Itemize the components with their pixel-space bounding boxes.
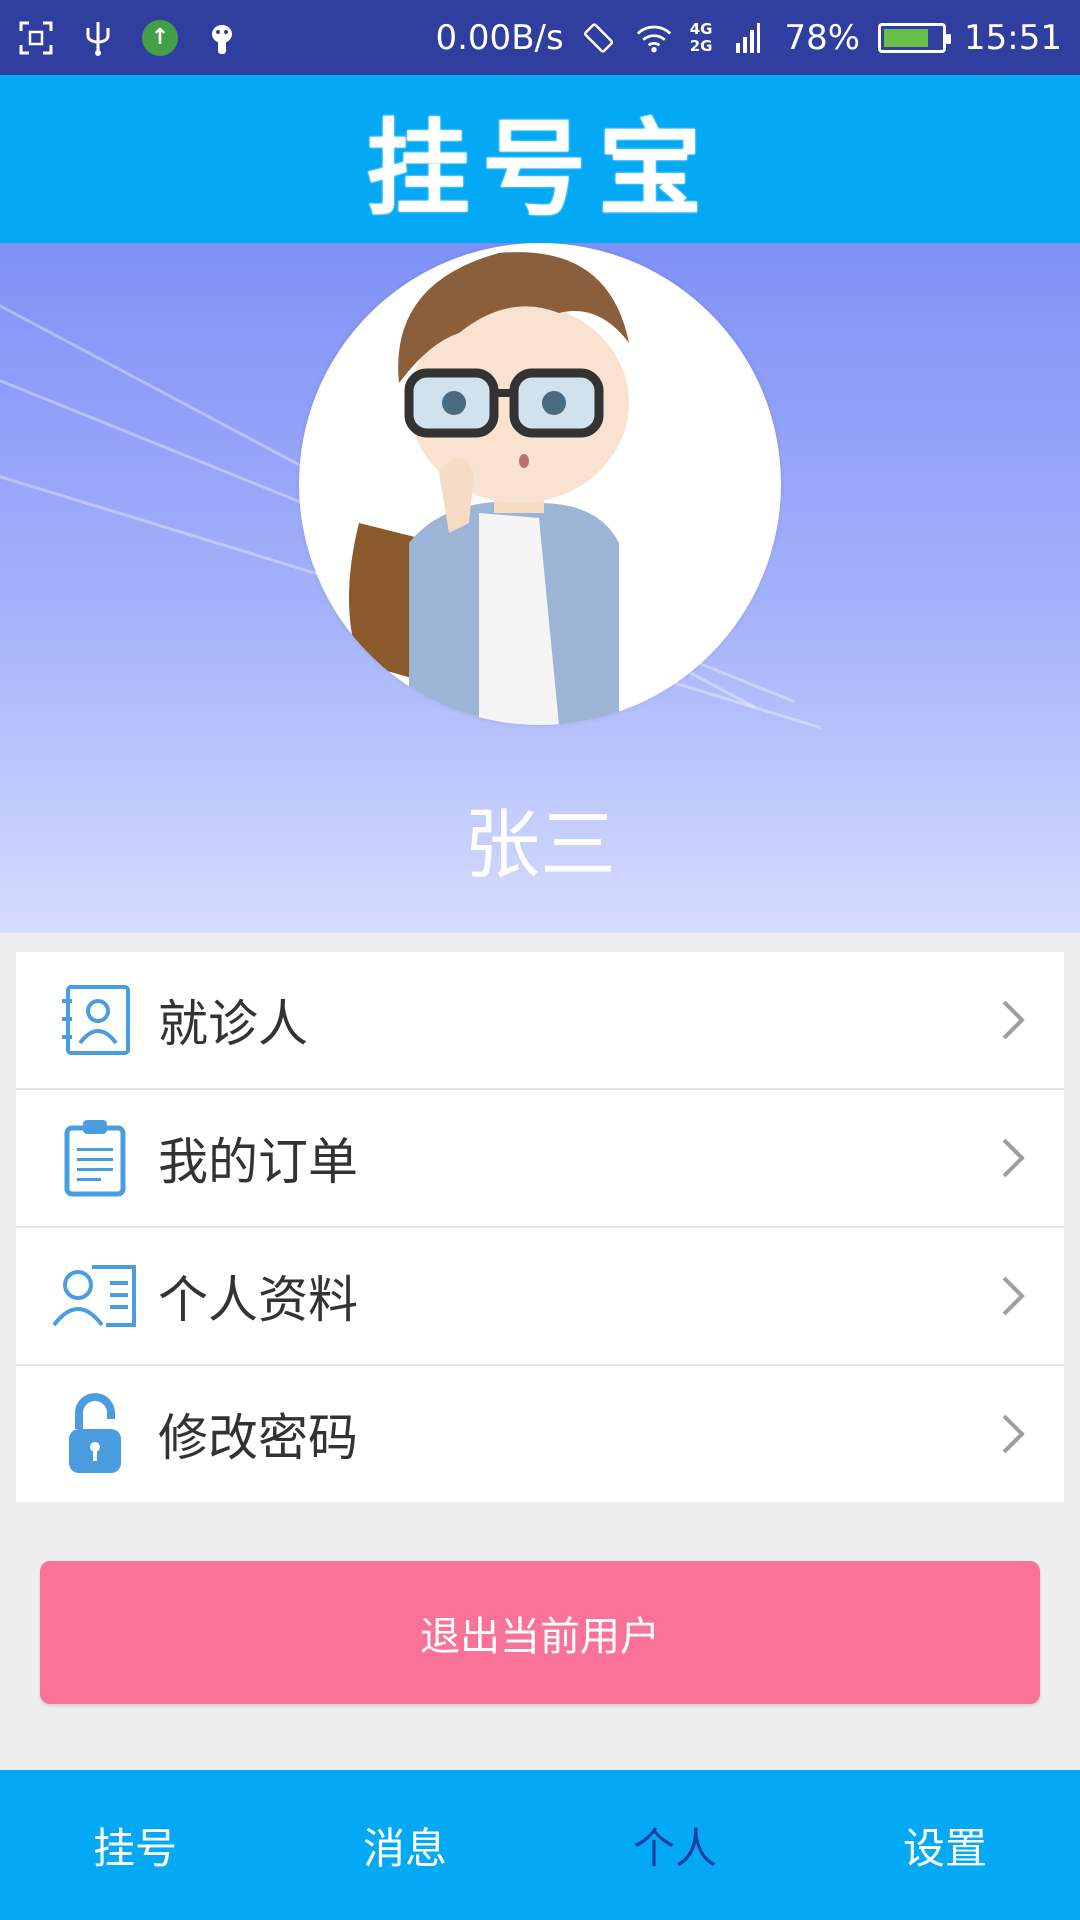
menu-item-label: 个人资料 [158,1271,358,1329]
avatar[interactable] [299,243,781,725]
rotate-icon [582,20,618,56]
logout-button[interactable]: 退出当前用户 [40,1561,1040,1704]
chevron-right-icon [1002,1138,1025,1178]
unlock-icon [50,1389,140,1479]
clipboard-icon [50,1113,140,1203]
avatar-illustration [349,252,629,725]
menu-list: 就诊人 我的订单 个人资料 修改密码 [16,952,1064,1502]
chevron-right-icon [1002,1414,1025,1454]
status-bar: ↑ 0.00B/s 4G 2G 78% 15:51 [0,0,1080,75]
chevron-right-icon [1002,1000,1025,1040]
wifi-icon [636,20,672,56]
battery-fill [884,28,928,47]
tab-settings[interactable]: 设置 [810,1770,1080,1920]
tab-messages[interactable]: 消息 [270,1770,540,1920]
app-title: 挂号宝 [365,107,714,230]
status-left-icons: ↑ [18,19,240,56]
bottom-nav: 挂号 消息 个人 设置 [0,1770,1080,1920]
menu-item-label: 修改密码 [158,1409,358,1467]
status-time: 15:51 [964,17,1062,58]
menu-item-patient[interactable]: 就诊人 [16,952,1064,1090]
chevron-right-icon [1002,1276,1025,1316]
menu-item-label: 就诊人 [158,995,308,1053]
network-bottom: 2G [689,36,713,55]
tab-register[interactable]: 挂号 [0,1770,270,1920]
network-type: 4G 2G [689,19,713,55]
battery-icon [878,22,952,53]
profile-card-icon [50,1251,140,1341]
screenshot-icon [18,20,54,56]
upload-icon: ↑ [142,19,178,56]
profile-banner: 张三 [0,243,1080,933]
menu-item-password[interactable]: 修改密码 [16,1366,1064,1502]
net-speed: 0.00B/s [435,17,564,58]
status-right: 0.00B/s 4G 2G 78% 15:51 [435,18,1062,58]
app-header: 挂号宝 [0,75,1080,243]
battery-percent: 78% [784,17,861,58]
network-top: 4G [689,19,713,38]
usb-icon [80,20,116,56]
signal-icon [730,20,766,56]
android-debug-icon [204,20,240,56]
menu-item-profile[interactable]: 个人资料 [16,1228,1064,1366]
patient-contact-icon [50,975,140,1065]
user-name: 张三 [464,800,616,889]
menu-item-orders[interactable]: 我的订单 [16,1090,1064,1228]
menu-item-label: 我的订单 [158,1133,358,1191]
tab-personal[interactable]: 个人 [540,1770,810,1920]
